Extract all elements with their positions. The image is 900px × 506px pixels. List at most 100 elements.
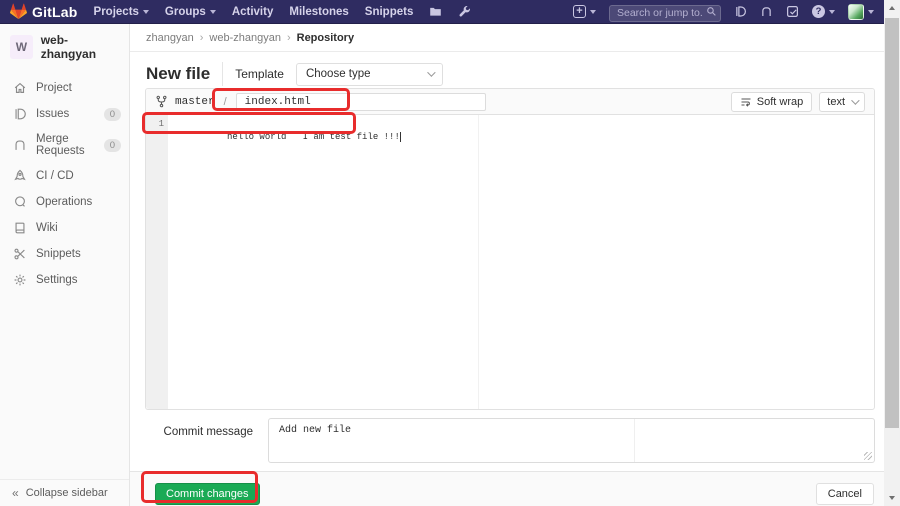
template-type-select[interactable]: Choose type xyxy=(296,63,443,86)
editor-content[interactable]: hello world I am test file !!! xyxy=(168,115,874,409)
breadcrumb-project[interactable]: web-zhangyan xyxy=(209,32,281,44)
tanuki-icon xyxy=(10,3,27,20)
caret-down-icon xyxy=(210,10,216,14)
issues-count-badge: 0 xyxy=(104,108,121,121)
admin-wrench-icon[interactable] xyxy=(458,5,471,18)
sidebar-item-operations[interactable]: Operations xyxy=(0,189,129,215)
sidebar-item-label: Issues xyxy=(36,108,69,120)
file-name-input[interactable] xyxy=(236,93,486,111)
scroll-down-arrow[interactable] xyxy=(884,490,900,506)
global-search xyxy=(609,3,721,20)
sidebar-item-label: Project xyxy=(36,82,72,94)
file-editor-toolbar: master / Soft wrap text xyxy=(146,89,874,115)
main-content: zhangyan › web-zhangyan › Repository New… xyxy=(130,24,884,506)
merge-request-icon[interactable] xyxy=(760,5,773,18)
text-cursor xyxy=(400,132,401,142)
user-menu[interactable] xyxy=(848,4,874,20)
path-separator: / xyxy=(224,96,227,108)
nav-projects[interactable]: Projects xyxy=(94,6,149,18)
help-icon: ? xyxy=(812,5,825,18)
breadcrumb-separator: › xyxy=(287,32,291,44)
sidebar-item-snippets[interactable]: Snippets xyxy=(0,241,129,267)
user-avatar xyxy=(848,4,864,20)
settings-gear-icon xyxy=(13,273,27,287)
code-editor[interactable]: 1 hello world I am test file !!! xyxy=(146,115,874,409)
caret-down-icon xyxy=(590,10,596,14)
caret-down-icon xyxy=(868,10,874,14)
operations-icon xyxy=(13,195,27,209)
rocket-icon xyxy=(13,169,27,183)
collapse-icon: « xyxy=(12,486,19,500)
gitlab-logo[interactable]: GitLab xyxy=(10,3,78,20)
home-icon xyxy=(13,81,27,95)
project-name: web-zhangyan xyxy=(41,33,119,61)
sidebar-item-issues[interactable]: Issues 0 xyxy=(0,101,129,127)
divider xyxy=(222,62,223,86)
editor-gutter: 1 xyxy=(146,115,168,409)
resize-handle[interactable] xyxy=(864,452,872,460)
branch-name: master xyxy=(175,96,215,108)
collapse-label: Collapse sidebar xyxy=(26,487,108,499)
cancel-button[interactable]: Cancel xyxy=(816,483,874,505)
line-number: 1 xyxy=(146,119,164,129)
code-line: hello world I am test file !!! xyxy=(227,132,400,142)
print-margin-line xyxy=(478,115,479,409)
collapse-sidebar-button[interactable]: « Collapse sidebar xyxy=(0,479,129,506)
template-type-value: Choose type xyxy=(306,68,371,80)
sidebar-item-label: Wiki xyxy=(36,222,58,234)
scrollbar-thumb[interactable] xyxy=(885,18,899,428)
files-folder-icon[interactable] xyxy=(429,5,442,18)
chevron-down-icon xyxy=(427,68,435,76)
file-editor-panel: master / Soft wrap text 1 hello wor xyxy=(145,88,875,410)
sidebar-item-merge-requests[interactable]: Merge Requests 0 xyxy=(0,127,129,163)
sidebar-item-label: Settings xyxy=(36,274,78,286)
scroll-up-arrow[interactable] xyxy=(884,0,900,16)
syntax-mode-value: text xyxy=(827,96,845,108)
message-length-guide xyxy=(634,419,635,462)
top-navbar: GitLab Projects Groups Activity Mileston… xyxy=(0,0,884,24)
merge-request-icon xyxy=(13,138,27,152)
breadcrumb: zhangyan › web-zhangyan › Repository xyxy=(130,24,884,52)
search-input[interactable] xyxy=(609,5,721,22)
soft-wrap-icon xyxy=(740,96,752,108)
snippets-icon xyxy=(13,247,27,261)
sidebar-item-settings[interactable]: Settings xyxy=(0,267,129,293)
wiki-icon xyxy=(13,221,27,235)
project-context-header[interactable]: W web-zhangyan xyxy=(0,24,129,69)
nav-activity[interactable]: Activity xyxy=(232,6,274,18)
commit-message-label: Commit message xyxy=(130,426,253,438)
nav-snippets[interactable]: Snippets xyxy=(365,6,414,18)
plus-icon: + xyxy=(573,5,586,18)
caret-down-icon xyxy=(143,10,149,14)
nav-groups[interactable]: Groups xyxy=(165,6,216,18)
sidebar-item-label: CI / CD xyxy=(36,170,74,182)
nav-milestones[interactable]: Milestones xyxy=(289,6,348,18)
chevron-down-icon xyxy=(851,96,859,104)
new-dropdown[interactable]: + xyxy=(573,5,596,18)
caret-down-icon xyxy=(829,10,835,14)
sidebar-item-ci-cd[interactable]: CI / CD xyxy=(0,163,129,189)
breadcrumb-group[interactable]: zhangyan xyxy=(146,32,194,44)
sidebar-nav: Project Issues 0 Merge Requests 0 CI / C… xyxy=(0,75,129,293)
soft-wrap-button[interactable]: Soft wrap xyxy=(731,92,812,112)
syntax-mode-select[interactable]: text xyxy=(819,92,865,112)
search-icon xyxy=(706,6,717,17)
navbar-right: + ? xyxy=(573,3,874,20)
form-actions-bar: Commit changes Cancel xyxy=(130,471,884,506)
sidebar-item-project[interactable]: Project xyxy=(0,75,129,101)
commit-section: Commit message Add new file xyxy=(130,410,884,471)
sidebar-item-wiki[interactable]: Wiki xyxy=(0,215,129,241)
help-dropdown[interactable]: ? xyxy=(812,5,835,18)
template-label: Template xyxy=(235,67,284,81)
commit-changes-button[interactable]: Commit changes xyxy=(155,483,260,505)
issues-icon[interactable] xyxy=(734,5,747,18)
vertical-scrollbar[interactable] xyxy=(884,0,900,506)
main-nav: Projects Groups Activity Milestones Snip… xyxy=(94,5,472,18)
breadcrumb-separator: › xyxy=(200,32,204,44)
issues-icon xyxy=(13,107,27,121)
sidebar-item-label: Snippets xyxy=(36,248,81,260)
page-header: New file Template Choose type xyxy=(146,62,443,86)
gitlab-new-file-page: GitLab Projects Groups Activity Mileston… xyxy=(0,0,900,506)
commit-message-textarea[interactable]: Add new file xyxy=(268,418,875,463)
todos-icon[interactable] xyxy=(786,5,799,18)
